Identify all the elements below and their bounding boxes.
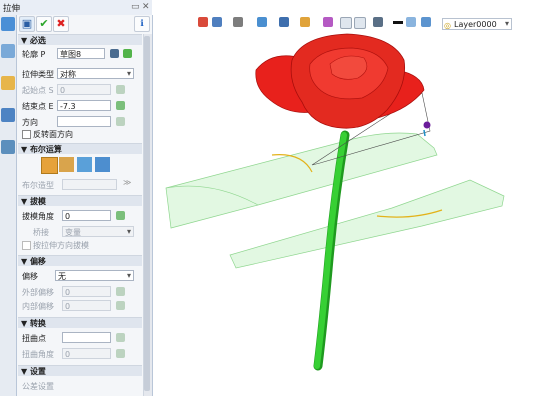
section-required-label: 必选 [29,36,46,45]
outer-offset-pick-icon[interactable] [116,287,125,296]
draft-angle-pick-icon[interactable] [116,211,125,220]
section-transform-label: 转换 [29,319,46,328]
ok-button[interactable]: ✔ [36,16,52,32]
settings-item-label: 公差设置 [22,382,54,391]
end-pick-icon[interactable] [116,101,125,110]
boolean-body-label: 布尔造型 [22,181,54,190]
direction-arrow-icon[interactable] [423,129,426,137]
start-label: 起始点 S [22,86,54,95]
boolean-body-input[interactable] [62,179,117,190]
material-icon[interactable] [323,17,333,27]
outer-offset-label: 外部偏移 [22,288,54,297]
cancel-button[interactable]: ✖ [53,16,69,32]
grid-icon[interactable] [340,17,352,29]
end-input[interactable]: -7.3 [57,100,111,111]
shading-icon[interactable] [257,17,267,27]
drag-handle[interactable] [423,121,431,129]
direction-label: 方向 [22,118,38,127]
section-transform[interactable]: ▼ 转换 [18,317,142,328]
section-settings[interactable]: ▼ 设置 [18,365,142,376]
boolean-base-icon[interactable] [41,157,58,174]
draft-reverse-checkbox[interactable] [22,241,31,250]
layer-value: Layer0000 [454,20,497,29]
flip-face-checkbox[interactable] [22,130,31,139]
left-toolbar [0,15,17,396]
ruler-icon[interactable] [354,17,366,29]
apply-button[interactable]: ▣ [19,16,35,32]
sketch-icon[interactable] [110,49,119,58]
direction-pick-icon[interactable] [116,117,125,126]
twist-point-pick-icon[interactable] [116,333,125,342]
layer-manager-icon[interactable] [421,17,431,27]
section-boolean[interactable]: ▼ 布尔运算 [18,143,142,154]
draft-edge-label: 桥接 [33,228,49,237]
twist-angle-pick-icon[interactable] [116,349,125,358]
dialog-titlebar: 拉伸 ▭ ✕ [0,0,152,16]
direction-input[interactable] [57,116,111,127]
section-boolean-label: 布尔运算 [29,145,62,154]
folder-icon[interactable] [1,76,15,90]
pin-icon[interactable]: ▭ [131,2,140,12]
view-fit-icon[interactable] [198,17,208,27]
draft-edge-value: 变量 [65,228,81,237]
offset-label: 偏移 [22,272,38,281]
section-settings-label: 设置 [29,367,46,376]
camera-icon[interactable] [373,17,383,27]
inner-offset-pick-icon[interactable] [116,301,125,310]
extrude-type-value: 对称 [60,70,76,79]
layers-icon[interactable] [1,108,15,122]
filter-icon[interactable] [300,17,310,27]
view-cube-icon[interactable] [212,17,222,27]
outer-offset-input[interactable]: 0 [62,286,111,297]
section-offset[interactable]: ▼ 偏移 [18,255,142,266]
color-icon[interactable] [406,17,416,27]
help-button[interactable]: ℹ [134,16,150,32]
start-pick-icon[interactable] [116,85,125,94]
history-tree-icon[interactable] [1,44,15,58]
layer-select[interactable]: ◎ Layer0000 [442,18,512,30]
viewport-3d[interactable] [152,30,552,396]
twist-point-input[interactable] [62,332,111,343]
user-icon[interactable] [1,140,15,154]
profile-label: 轮廓 P [22,50,46,59]
start-input[interactable]: 0 [57,84,111,95]
twist-angle-input[interactable]: 0 [62,348,111,359]
twist-point-label: 扭曲点 [22,334,46,343]
dialog-title: 拉伸 [3,4,21,14]
flip-face-label: 反转面方向 [33,130,73,139]
boolean-intersect-icon[interactable] [95,157,110,172]
section-offset-label: 偏移 [29,257,46,266]
extrude-type-label: 拉伸类型 [22,70,54,79]
offset-value: 无 [58,272,66,281]
end-label: 结束点 E [22,102,54,111]
inner-offset-label: 内部偏移 [22,302,54,311]
close-icon[interactable]: ✕ [142,2,150,12]
draft-edge-select[interactable]: 变量 [62,226,134,237]
profile-input[interactable]: 草图8 [57,48,105,59]
boolean-subtract-icon[interactable] [77,157,92,172]
render-mode-icon[interactable] [233,17,243,27]
draft-angle-label: 拔模角度 [22,212,54,221]
draft-angle-input[interactable]: 0 [62,210,111,221]
line-style-icon[interactable] [393,21,403,24]
twist-angle-label: 扭曲角度 [22,350,54,359]
offset-select[interactable]: 无 [55,270,134,281]
inner-offset-input[interactable]: 0 [62,300,111,311]
section-draft-label: 拔模 [29,197,46,206]
expand-chevron-icon[interactable]: ≫ [123,178,131,187]
draft-reverse-label: 按拉伸方向拔模 [33,241,89,250]
display-icon[interactable] [279,17,289,27]
extrude-type-select[interactable]: 对称 [57,68,134,79]
extrude-feature-icon[interactable] [1,17,15,31]
boolean-add-icon[interactable] [59,157,74,172]
pick-icon[interactable] [123,49,132,58]
section-required[interactable]: ▼ 必选 [18,34,142,45]
panel-scrollbar-thumb[interactable] [144,36,150,391]
section-draft[interactable]: ▼ 拔模 [18,195,142,206]
